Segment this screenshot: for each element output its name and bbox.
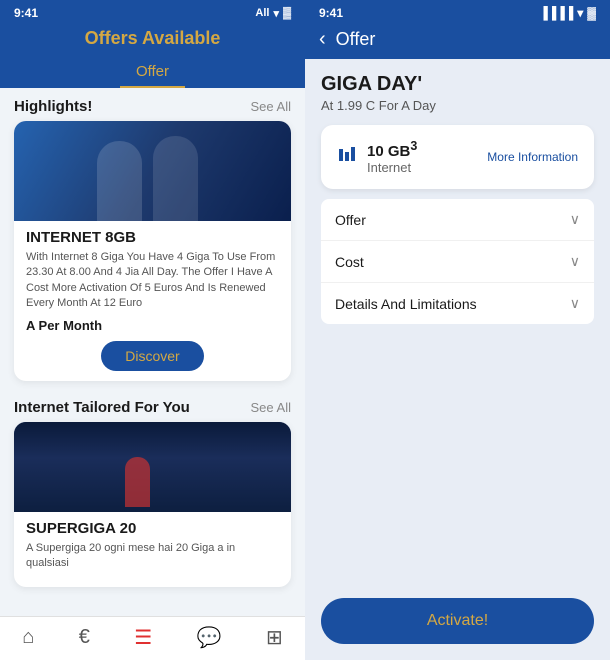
nav-grid[interactable]: ⊞: [266, 625, 283, 650]
highlights-title: Highlights!: [14, 98, 92, 115]
status-bar-right: 9:41 ▐▐▐▐ ▾ ▓: [305, 0, 610, 24]
left-panel: 9:41 All ▾ ▓ Offers Available Offer High…: [0, 0, 305, 660]
more-information-link[interactable]: More Information: [487, 150, 578, 164]
offer-card-2-body: SUPERGIGA 20 A Supergiga 20 ogni mese ha…: [14, 512, 291, 588]
accordion-details-label: Details And Limitations: [335, 296, 477, 312]
offer-card-1-image: [14, 121, 291, 221]
battery-icon-right: ▓: [587, 6, 596, 20]
chevron-down-cost-icon: ∨: [570, 253, 580, 270]
section2-title: Internet Tailored For You: [14, 399, 190, 416]
offer-1-name: INTERNET 8GB: [26, 229, 279, 246]
offer-2-desc: A Supergiga 20 ogni mese hai 20 Giga a i…: [26, 541, 279, 572]
accordion-details[interactable]: Details And Limitations ∨: [321, 283, 594, 324]
section2-see-all[interactable]: See All: [251, 400, 291, 415]
accordion-section: Offer ∨ Cost ∨ Details And Limitations ∨: [321, 199, 594, 324]
left-header: Offers Available: [0, 24, 305, 57]
giga-info: 10 GB3 Internet: [337, 139, 417, 175]
offer-1-desc: With Internet 8 Giga You Have 4 Giga To …: [26, 250, 279, 312]
time-right: 9:41: [319, 6, 343, 20]
right-bottom: Activate!: [305, 588, 610, 660]
page-title-left: Offers Available: [0, 28, 305, 49]
nav-home[interactable]: ⌂: [22, 626, 34, 649]
person-2: [153, 136, 198, 221]
bottom-nav: ⌂ € ☰ 💬 ⊞: [0, 616, 305, 660]
nav-chat[interactable]: 💬: [197, 625, 222, 650]
spacer: [305, 330, 610, 588]
status-icons-left: All ▾ ▓: [255, 7, 291, 20]
nav-menu[interactable]: ☰: [134, 625, 152, 650]
giga-card: 10 GB3 Internet More Information: [321, 125, 594, 189]
offer-2-name: SUPERGIGA 20: [26, 520, 279, 537]
status-bar-left: 9:41 All ▾ ▓: [0, 0, 305, 24]
back-button[interactable]: ‹: [319, 28, 326, 51]
giga-data-icon: [337, 145, 357, 170]
accordion-cost[interactable]: Cost ∨: [321, 241, 594, 283]
wifi-icon-left: ▾: [273, 7, 279, 20]
right-panel: 9:41 ▐▐▐▐ ▾ ▓ ‹ Offer GIGA DAY' At 1.99 …: [305, 0, 610, 660]
giga-subtitle: At 1.99 C For A Day: [321, 98, 594, 113]
wifi-icon-right: ▾: [577, 6, 583, 20]
giga-title: GIGA DAY': [321, 73, 594, 96]
highlights-see-all[interactable]: See All: [251, 99, 291, 114]
chevron-down-details-icon: ∨: [570, 295, 580, 312]
menu-icon: ☰: [134, 625, 152, 650]
euro-icon: €: [79, 626, 90, 649]
time-left: 9:41: [14, 6, 38, 20]
discover-button[interactable]: Discover: [101, 341, 203, 371]
grid-icon: ⊞: [266, 625, 283, 650]
highlights-header: Highlights! See All: [0, 88, 305, 121]
right-header-title: Offer: [336, 29, 376, 50]
giga-header: GIGA DAY' At 1.99 C For A Day: [305, 59, 610, 121]
right-content: GIGA DAY' At 1.99 C For A Day 10 GB3 In: [305, 59, 610, 660]
tab-offer[interactable]: Offer: [120, 57, 185, 88]
section2-header: Internet Tailored For You See All: [0, 391, 305, 422]
signal-icon-right: ▐▐▐▐: [539, 6, 573, 20]
right-header: ‹ Offer: [305, 24, 610, 59]
offer-1-price: A Per Month: [26, 318, 279, 333]
night-scene: [14, 422, 291, 512]
carrier-left: All: [255, 7, 269, 19]
status-icons-right: ▐▐▐▐ ▾ ▓: [539, 6, 596, 20]
dancer-silhouette: [125, 457, 150, 507]
offer-card-2: SUPERGIGA 20 A Supergiga 20 ogni mese ha…: [14, 422, 291, 588]
accordion-cost-label: Cost: [335, 254, 364, 270]
giga-data-info: 10 GB3 Internet: [367, 139, 417, 175]
activate-button[interactable]: Activate!: [321, 598, 594, 644]
chevron-down-offer-icon: ∨: [570, 211, 580, 228]
accordion-offer-label: Offer: [335, 212, 366, 228]
offer-card-1-body: INTERNET 8GB With Internet 8 Giga You Ha…: [14, 221, 291, 381]
nav-euro[interactable]: €: [79, 626, 90, 649]
giga-type: Internet: [367, 160, 417, 175]
chat-icon: 💬: [197, 625, 222, 650]
giga-amount: 10 GB3: [367, 139, 417, 160]
battery-icon-left: ▓: [283, 7, 291, 19]
offer-card-2-image: [14, 422, 291, 512]
home-icon: ⌂: [22, 626, 34, 649]
person-1: [97, 141, 142, 221]
accordion-offer[interactable]: Offer ∨: [321, 199, 594, 241]
offer-card-1-bg: [14, 121, 291, 221]
offer-card-1: INTERNET 8GB With Internet 8 Giga You Ha…: [14, 121, 291, 381]
tab-bar: Offer: [0, 57, 305, 88]
people-silhouette: [14, 121, 291, 221]
left-content: Highlights! See All INTERNET 8GB With In…: [0, 88, 305, 616]
